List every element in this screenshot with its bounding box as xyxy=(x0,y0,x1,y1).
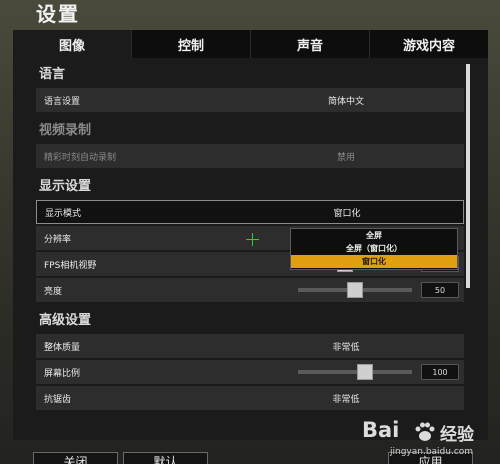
brightness-label: 亮度 xyxy=(44,286,63,297)
brightness-row[interactable]: 亮度 50 xyxy=(36,278,464,302)
overall-quality-value[interactable]: 非常低 xyxy=(276,340,416,353)
screen-scale-value[interactable]: 100 xyxy=(421,364,459,380)
crosshair-cursor-icon xyxy=(246,233,259,246)
tab-bar: 图像 控制 声音 游戏内容 xyxy=(13,30,488,58)
dropdown-option-fullscreen[interactable]: 全屏 xyxy=(291,229,457,242)
close-button[interactable]: 关闭 xyxy=(33,452,118,464)
default-button[interactable]: 默认 xyxy=(123,452,208,464)
display-mode-value[interactable]: 窗口化 xyxy=(277,206,417,219)
paw-icon xyxy=(415,422,435,441)
display-mode-label: 显示模式 xyxy=(45,208,82,219)
auto-record-value: 禁用 xyxy=(336,152,355,163)
screen-scale-slider[interactable] xyxy=(298,364,412,380)
scrollbar[interactable] xyxy=(466,64,470,288)
tab-sound[interactable]: 声音 xyxy=(251,30,370,58)
language-setting-value[interactable]: 简体中文 xyxy=(276,94,416,107)
display-mode-row[interactable]: 显示模式 窗口化 xyxy=(36,200,464,224)
auto-record-label: 精彩时刻自动录制 xyxy=(44,152,117,163)
antialiasing-row[interactable]: 抗锯齿 非常低 xyxy=(36,386,464,410)
language-setting-row[interactable]: 语言设置 简体中文 xyxy=(36,88,464,112)
baidu-watermark: Bai 经验 jingyan.baidu.com xyxy=(358,414,498,462)
brightness-slider[interactable] xyxy=(298,282,412,298)
dropdown-option-fullscreen-windowed[interactable]: 全屏（窗口化） xyxy=(291,242,457,255)
auto-record-row: 精彩时刻自动录制 禁用 xyxy=(36,144,464,168)
tab-graphics[interactable]: 图像 xyxy=(13,30,132,58)
watermark-url: jingyan.baidu.com xyxy=(390,447,474,457)
tab-controls[interactable]: 控制 xyxy=(132,30,251,58)
overall-quality-label: 整体质量 xyxy=(44,342,81,353)
screen-scale-row[interactable]: 屏幕比例 100 xyxy=(36,360,464,384)
section-display-title: 显示设置 xyxy=(39,178,92,194)
page-title: 设置 xyxy=(36,2,80,26)
section-advanced-title: 高级设置 xyxy=(39,312,92,328)
section-language-title: 语言 xyxy=(39,66,66,82)
language-setting-label: 语言设置 xyxy=(44,96,81,107)
antialiasing-value[interactable]: 非常低 xyxy=(276,392,416,405)
resolution-label: 分辨率 xyxy=(44,234,72,245)
screen-scale-label: 屏幕比例 xyxy=(44,368,81,379)
baidu-logo-text: Bai xyxy=(362,418,400,442)
section-video-title: 视频录制 xyxy=(39,122,92,138)
dropdown-option-windowed[interactable]: 窗口化 xyxy=(291,255,457,268)
overall-quality-row[interactable]: 整体质量 非常低 xyxy=(36,334,464,358)
display-mode-dropdown[interactable]: 全屏 全屏（窗口化） 窗口化 xyxy=(290,228,458,270)
screen-scale-slider-thumb[interactable] xyxy=(356,364,373,380)
brightness-slider-thumb[interactable] xyxy=(347,282,363,298)
antialiasing-label: 抗锯齿 xyxy=(44,394,72,405)
tab-game-content[interactable]: 游戏内容 xyxy=(370,30,488,58)
baidu-brand-text: 经验 xyxy=(440,425,474,445)
fps-fov-label: FPS相机视野 xyxy=(44,260,97,271)
brightness-value[interactable]: 50 xyxy=(421,282,459,298)
